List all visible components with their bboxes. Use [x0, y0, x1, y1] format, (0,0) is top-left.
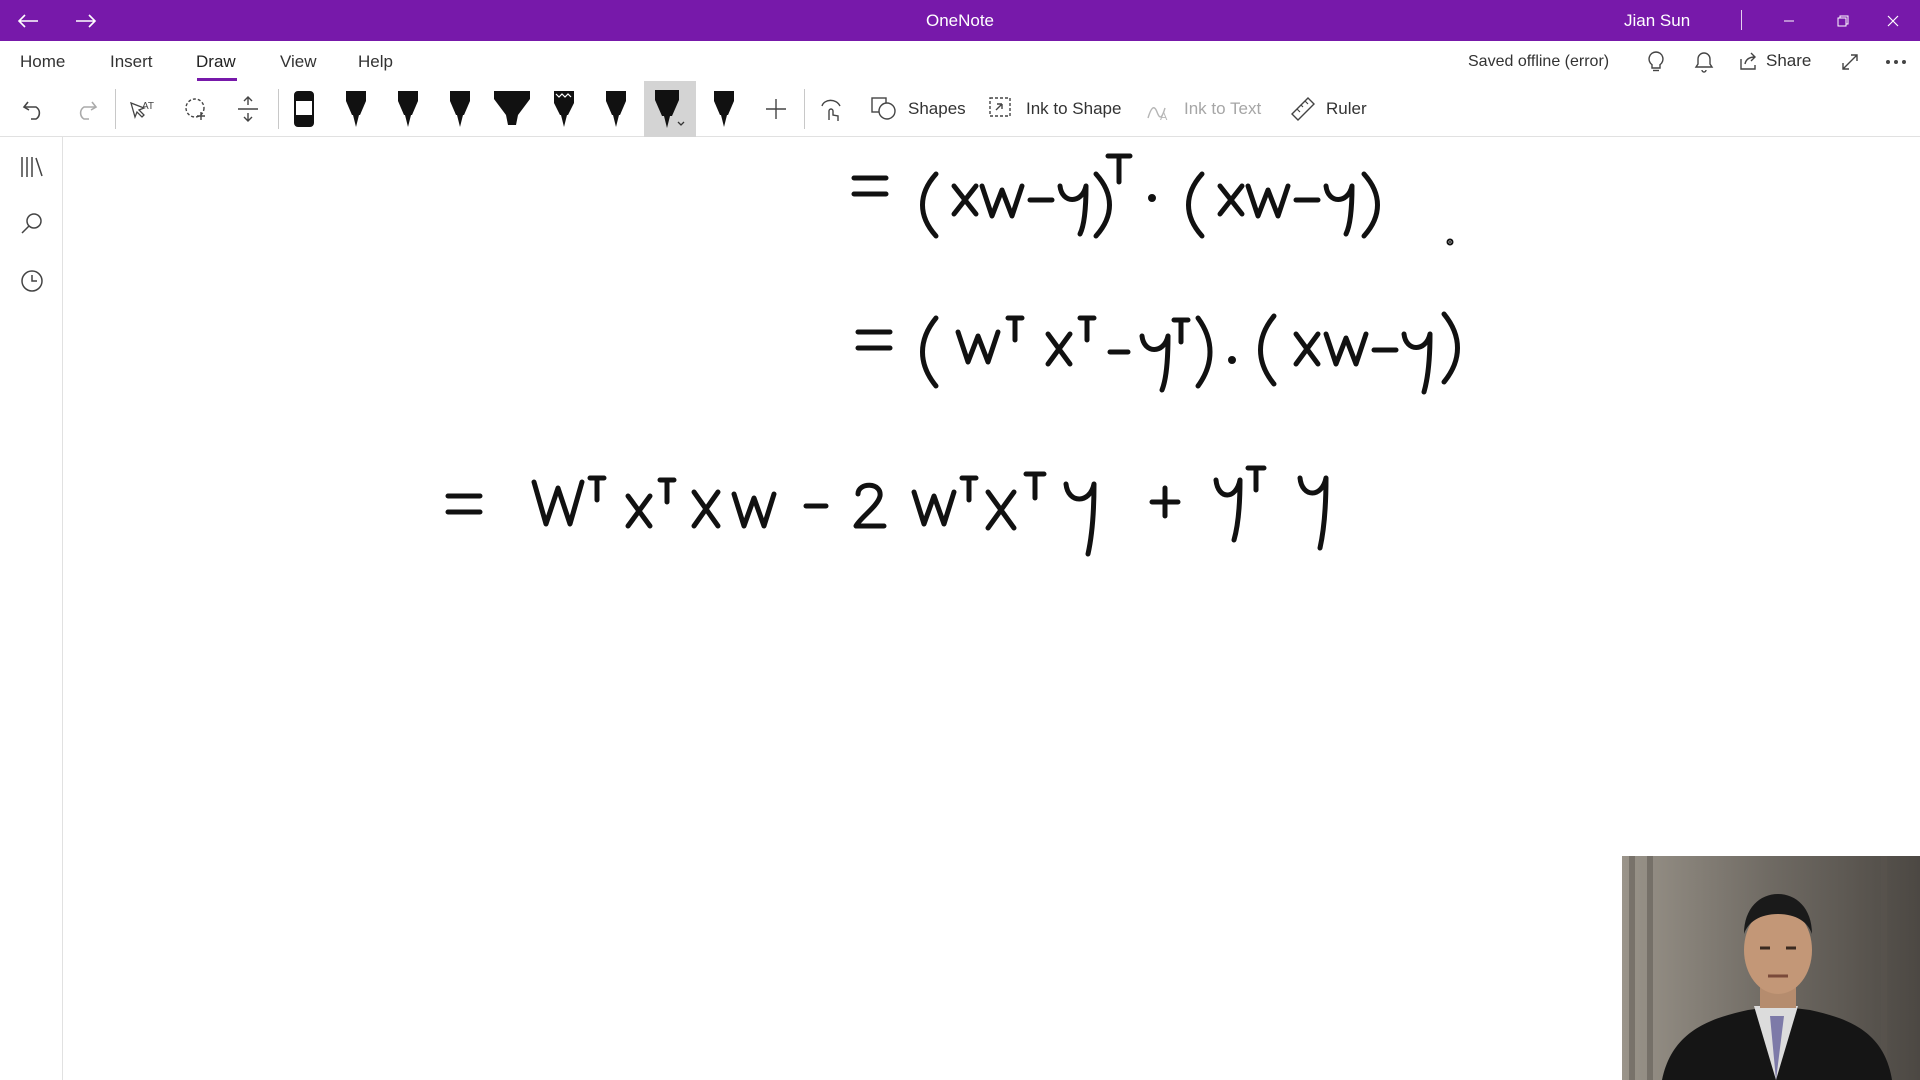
- ink-to-shape-icon: [989, 97, 1011, 117]
- lightbulb-button[interactable]: [1642, 48, 1670, 76]
- lasso-icon: [185, 98, 205, 120]
- search-icon: [21, 213, 42, 234]
- sync-status[interactable]: Saved offline (error): [1468, 41, 1609, 81]
- plus-icon: [766, 99, 786, 119]
- equation-line-1: [851, 153, 1380, 239]
- pen-4-button[interactable]: [590, 81, 642, 137]
- tab-draw[interactable]: Draw: [196, 41, 236, 81]
- svg-text:AT: AT: [142, 101, 154, 112]
- ruler-button[interactable]: Ruler: [1290, 89, 1367, 129]
- pen-6-button[interactable]: [698, 81, 750, 137]
- notifications-button[interactable]: [1690, 48, 1718, 76]
- equation-line-3: [445, 465, 1329, 557]
- shapes-label: Shapes: [908, 99, 966, 118]
- highlighter-icon: [494, 91, 530, 125]
- search-button[interactable]: [12, 203, 52, 243]
- expand-icon: [1842, 54, 1858, 70]
- arrow-left-icon: [17, 13, 38, 28]
- shapes-button[interactable]: Shapes: [870, 89, 966, 129]
- pen-icon: [450, 91, 470, 127]
- ink-to-shape-label: Ink to Shape: [1026, 99, 1122, 118]
- pen-icon: [655, 90, 685, 128]
- restore-icon: [1837, 15, 1849, 26]
- insert-space-button[interactable]: [228, 89, 268, 129]
- fullscreen-button[interactable]: [1836, 48, 1864, 76]
- toolbar-separator: [804, 89, 805, 129]
- ruler-icon: [1291, 97, 1315, 121]
- ink-to-text-icon: A: [1147, 107, 1168, 122]
- cursor-text-icon: AT: [130, 101, 154, 120]
- eraser-button[interactable]: [278, 81, 330, 137]
- touch-draw-icon: [821, 99, 841, 121]
- minimize-icon: [1784, 20, 1794, 21]
- pen-2-button[interactable]: [382, 81, 434, 137]
- close-button[interactable]: [1866, 0, 1920, 41]
- draw-toolbar: AT Shapes Ink to Shape A Ink to Text Rul…: [0, 81, 1920, 137]
- restore-button[interactable]: [1816, 0, 1870, 41]
- tab-home[interactable]: Home: [20, 41, 65, 81]
- share-icon: [1740, 52, 1756, 70]
- pen-icon: [606, 91, 626, 127]
- undo-icon: [22, 101, 41, 120]
- ink-to-text-label: Ink to Text: [1184, 99, 1262, 118]
- undo-button[interactable]: [14, 89, 54, 129]
- left-nav-pane: [0, 137, 63, 1080]
- forward-button[interactable]: [64, 0, 108, 41]
- share-button[interactable]: Share: [1738, 41, 1811, 81]
- equation-line-2: [855, 311, 1460, 395]
- title-separator: [1741, 10, 1742, 30]
- toolbar-separator: [115, 89, 116, 129]
- ruler-label: Ruler: [1326, 99, 1367, 118]
- shapes-icon: [871, 97, 896, 120]
- pen-5-button[interactable]: [644, 81, 696, 137]
- highlighter-button[interactable]: [486, 81, 538, 137]
- redo-button[interactable]: [66, 89, 106, 129]
- type-select-button[interactable]: AT: [122, 89, 162, 129]
- pencil-icon: [554, 91, 574, 127]
- pen-1-button[interactable]: [330, 81, 382, 137]
- notebooks-icon: [21, 157, 43, 177]
- pen-3-button[interactable]: [434, 81, 486, 137]
- minimize-button[interactable]: [1762, 0, 1816, 41]
- tab-view[interactable]: View: [280, 41, 317, 81]
- title-bar: OneNote Jian Sun: [0, 0, 1920, 41]
- notebooks-button[interactable]: [12, 147, 52, 187]
- more-icon: [1886, 60, 1906, 64]
- pen-icon: [714, 91, 734, 127]
- ribbon-tabs: Home Insert Draw View Help Saved offline…: [0, 41, 1920, 81]
- pencil-button[interactable]: [538, 81, 590, 137]
- bell-icon: [1694, 52, 1714, 73]
- pen-icon: [346, 91, 366, 127]
- touch-drawing-button[interactable]: [812, 89, 852, 129]
- more-options-button[interactable]: [1882, 48, 1910, 76]
- recent-notes-button[interactable]: [12, 261, 52, 301]
- back-button[interactable]: [6, 0, 50, 41]
- insert-space-icon: [238, 96, 258, 122]
- presenter-video-image: [1622, 856, 1920, 1080]
- tab-help[interactable]: Help: [358, 41, 393, 81]
- ink-to-text-button[interactable]: A Ink to Text: [1146, 89, 1261, 129]
- redo-icon: [79, 101, 98, 120]
- pen-icon: [398, 91, 418, 127]
- lasso-select-button[interactable]: [176, 89, 216, 129]
- add-pen-button[interactable]: [756, 89, 796, 129]
- share-label: Share: [1766, 51, 1812, 70]
- clock-icon: [21, 270, 43, 292]
- close-icon: [1887, 15, 1899, 26]
- arrow-right-icon: [76, 13, 97, 28]
- eraser-icon: [294, 91, 314, 127]
- user-name[interactable]: Jian Sun: [1624, 0, 1690, 41]
- svg-text:A: A: [1160, 111, 1168, 122]
- webcam-video: [1622, 856, 1920, 1080]
- tab-insert[interactable]: Insert: [110, 41, 153, 81]
- lightbulb-icon: [1648, 51, 1664, 72]
- ink-to-shape-button[interactable]: Ink to Shape: [988, 89, 1121, 129]
